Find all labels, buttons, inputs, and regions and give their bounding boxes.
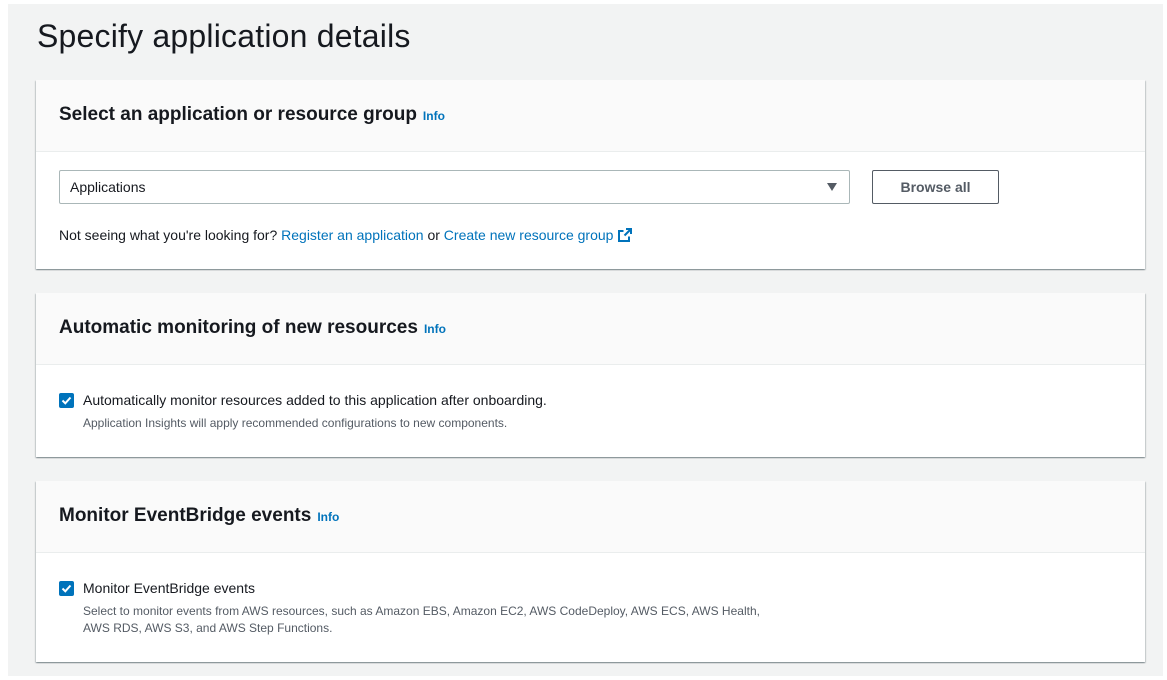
- eventbridge-description-line1: Select to monitor events from AWS resour…: [83, 604, 760, 618]
- helper-text: Not seeing what you're looking for? Regi…: [59, 227, 633, 243]
- auto-monitoring-info-link[interactable]: Info: [424, 322, 446, 336]
- auto-monitor-label: Automatically monitor resources added to…: [83, 392, 547, 408]
- auto-monitor-description: Application Insights will apply recommen…: [83, 416, 508, 430]
- application-select-value: Applications: [70, 179, 146, 195]
- eventbridge-header: Monitor EventBridge events Info: [36, 481, 1145, 553]
- auto-monitoring-panel: Automatic monitoring of new resources Inf…: [36, 293, 1145, 457]
- eventbridge-panel: Monitor EventBridge events Info Monitor E…: [36, 481, 1145, 662]
- eventbridge-label: Monitor EventBridge events: [83, 580, 255, 596]
- eventbridge-info-link[interactable]: Info: [317, 510, 339, 524]
- select-group-info-link[interactable]: Info: [423, 109, 445, 123]
- create-resource-group-link[interactable]: Create new resource group: [444, 227, 634, 243]
- auto-monitoring-header: Automatic monitoring of new resources Inf…: [36, 293, 1145, 365]
- eventbridge-checkbox[interactable]: [59, 581, 74, 596]
- helper-or: or: [427, 227, 440, 243]
- external-link-icon: [618, 228, 633, 242]
- page-background: Specify application details Select an ap…: [8, 4, 1163, 676]
- helper-prefix: Not seeing what you're looking for?: [59, 227, 278, 243]
- browse-all-button[interactable]: Browse all: [872, 170, 999, 204]
- eventbridge-description-line2: AWS RDS, AWS S3, and AWS Step Functions.: [83, 621, 333, 635]
- checkmark-icon: [61, 584, 72, 593]
- caret-down-icon: [827, 183, 837, 191]
- register-application-link[interactable]: Register an application: [281, 227, 423, 243]
- select-group-header: Select an application or resource group I…: [36, 80, 1145, 152]
- page-title: Specify application details: [37, 18, 411, 54]
- application-select[interactable]: Applications: [59, 170, 850, 204]
- auto-monitor-checkbox[interactable]: [59, 393, 74, 408]
- select-group-title: Select an application or resource group: [59, 104, 417, 125]
- checkmark-icon: [61, 396, 72, 405]
- eventbridge-title: Monitor EventBridge events: [59, 505, 312, 526]
- auto-monitoring-title: Automatic monitoring of new resources: [59, 317, 418, 338]
- select-group-panel: Select an application or resource group I…: [36, 80, 1145, 269]
